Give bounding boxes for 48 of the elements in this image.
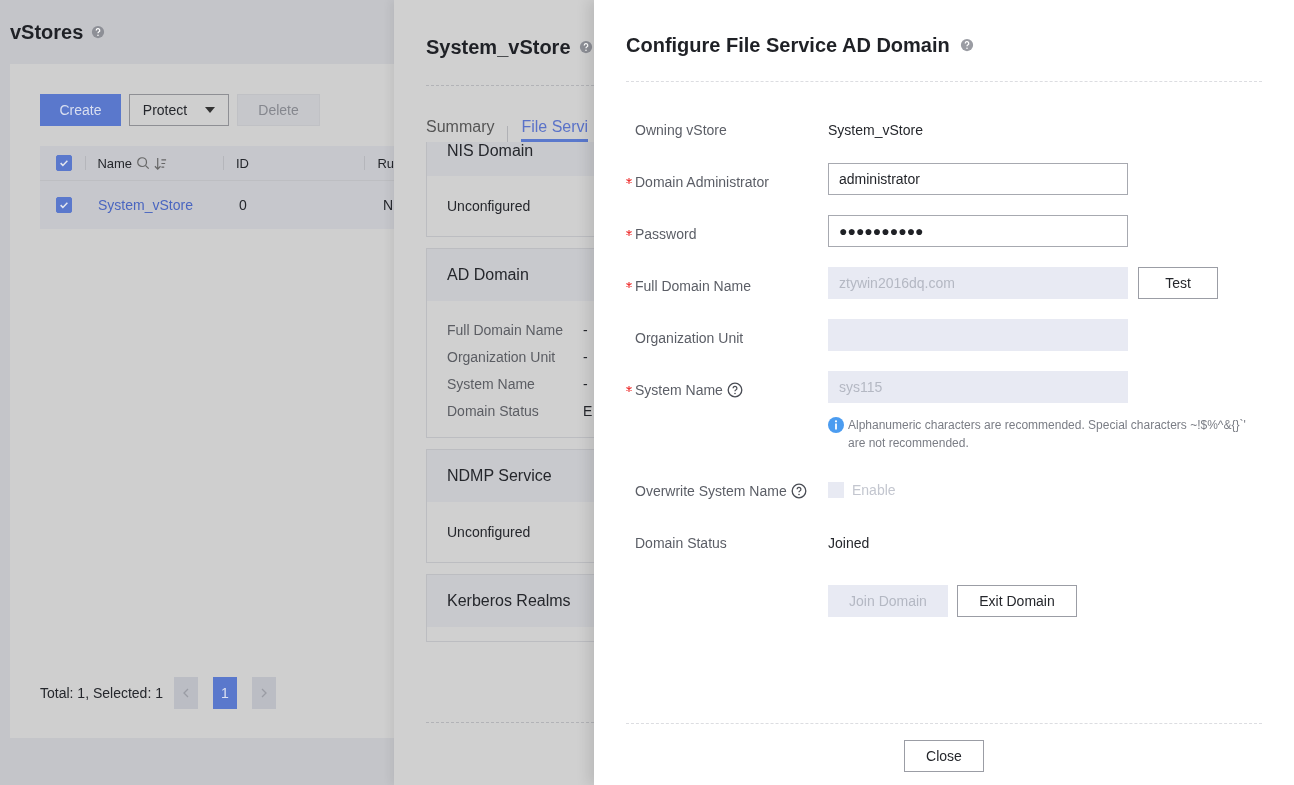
table-cell: N bbox=[383, 197, 394, 213]
section-title: AD Domain bbox=[447, 266, 529, 284]
field-value: - bbox=[583, 349, 588, 365]
caret-icon bbox=[205, 107, 216, 113]
field-label: Organization Unit bbox=[447, 349, 557, 365]
field-label: Domain Status bbox=[447, 403, 540, 419]
field-label: Domain Administrator bbox=[635, 174, 769, 190]
hint-text: Alphanumeric characters are recommended. Special characters ~!$%^&{}`' are not recommended. bbox=[848, 417, 1247, 452]
dialog-title: Configure File Service AD Domain bbox=[626, 33, 950, 57]
sort-icon[interactable] bbox=[154, 156, 168, 170]
field-label: Password bbox=[635, 226, 697, 242]
column-header[interactable]: Ru bbox=[377, 155, 394, 171]
field-label: Full Domain Name bbox=[635, 278, 751, 294]
panel-title: System_vStore bbox=[426, 35, 571, 59]
checkbox[interactable] bbox=[56, 155, 72, 171]
field-label: Organization Unit bbox=[635, 330, 744, 346]
field-label: Domain Status bbox=[635, 535, 727, 551]
search-icon[interactable] bbox=[136, 156, 151, 170]
close-button[interactable]: Close bbox=[904, 740, 984, 772]
field-value: E bbox=[583, 403, 593, 419]
field-label: System Name bbox=[635, 382, 723, 398]
field-value: System_vStore bbox=[828, 121, 924, 138]
field-label: Overwrite System Name bbox=[635, 483, 787, 499]
field-label: System Name bbox=[447, 376, 536, 392]
field-value: - bbox=[583, 376, 588, 392]
section-title: NDMP Service bbox=[447, 467, 552, 485]
input-field[interactable]: administrator bbox=[828, 163, 1128, 195]
tab[interactable]: Summary bbox=[426, 117, 495, 142]
checkbox[interactable] bbox=[56, 197, 72, 213]
status-text: Unconfigured bbox=[447, 198, 531, 214]
section-title: Kerberos Realms bbox=[447, 592, 571, 610]
field-value: - bbox=[583, 322, 588, 338]
field-label: Owning vStore bbox=[635, 122, 727, 138]
section-title: NIS Domain bbox=[447, 142, 534, 160]
field-label: Full Domain Name bbox=[447, 322, 564, 338]
domain-button[interactable]: Exit Domain bbox=[957, 585, 1077, 617]
column-header[interactable]: ID bbox=[235, 155, 249, 171]
status-text: Unconfigured bbox=[447, 524, 531, 540]
column-header[interactable]: Name bbox=[97, 155, 133, 171]
table-row[interactable]: System_vStore 0 N bbox=[40, 180, 394, 229]
info-icon bbox=[828, 417, 844, 433]
page-title: vStores bbox=[10, 20, 84, 44]
dropdown-button[interactable]: Protect bbox=[129, 94, 229, 126]
field-value: Joined bbox=[828, 534, 871, 551]
checkbox-label: Enable bbox=[852, 482, 896, 498]
input-field[interactable]: ●●●●●●●●●● bbox=[828, 215, 1128, 247]
table-cell: 0 bbox=[239, 197, 247, 213]
pagination-summary: Total: 1, Selected: 1 bbox=[40, 685, 163, 701]
